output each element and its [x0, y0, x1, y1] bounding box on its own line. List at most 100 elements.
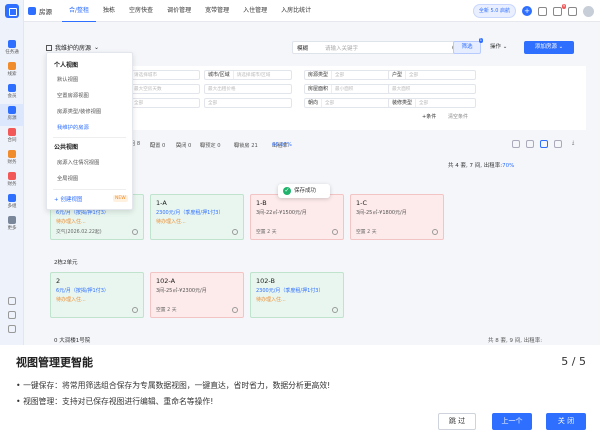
filter-field[interactable]: 最大面积	[388, 84, 476, 94]
close-button[interactable]: 关 闭	[546, 413, 586, 430]
sidebar-item-icon	[8, 150, 16, 158]
view-selector[interactable]: 我维护的房源 ⌄	[46, 43, 99, 52]
home-view-icon[interactable]	[526, 140, 534, 148]
room-card-extra: 空置 2 天	[256, 230, 277, 235]
nav-tab[interactable]: 合/整租	[62, 0, 97, 22]
nav-tab[interactable]: 独栋	[96, 0, 122, 22]
totals-text: 共 4 套, 7 间, 出租率:	[448, 163, 503, 169]
previous-button[interactable]: 上一个	[492, 413, 532, 430]
help-icon[interactable]	[0, 309, 24, 321]
create-view-button[interactable]: + 创建视图	[54, 195, 82, 203]
room-card-price: 3间-22㎡-¥1500元/月	[256, 210, 307, 216]
avatar[interactable]	[583, 5, 594, 17]
operation-label: 操作	[490, 44, 502, 50]
filter-field-placeholder: 全部	[208, 101, 218, 106]
room-status-icon[interactable]	[332, 229, 338, 235]
view-option[interactable]: 我维护的房源	[57, 123, 89, 131]
view-selector-label: 我维护的房源	[55, 45, 92, 52]
view-option[interactable]: 全局视图	[57, 174, 78, 182]
search-placeholder: 请输入关键字	[325, 46, 359, 52]
filter-field[interactable]: 请选择城市	[130, 70, 200, 80]
nav-tab[interactable]: 空房快查	[122, 0, 160, 22]
sidebar-item-icon	[8, 62, 16, 70]
search-input[interactable]: 模糊 请输入关键字	[292, 41, 462, 54]
filter-field-placeholder: 全部	[325, 101, 335, 106]
sidebar-item[interactable]: 财务	[0, 148, 24, 170]
ai-icon[interactable]	[568, 6, 577, 16]
filter-field-placeholder: 全部	[335, 73, 345, 78]
room-card[interactable]: 1-A 2300元/月（季度租/押1付3） 待办理入住...	[150, 194, 244, 240]
list-view-icon[interactable]	[512, 140, 520, 148]
room-status-icon[interactable]	[332, 307, 338, 313]
add-house-button[interactable]: 添加房源 ⌄	[524, 41, 574, 54]
room-status-icon[interactable]	[232, 307, 238, 313]
bottom-menu-icon[interactable]	[0, 323, 24, 335]
sidebar-item-icon	[8, 84, 16, 92]
sidebar-item[interactable]: 任务通	[0, 38, 24, 60]
room-card-price: 2300元/月（季度租/押1付3）	[156, 210, 224, 216]
settings-icon[interactable]	[0, 295, 24, 307]
bell-icon[interactable]: 9	[553, 3, 566, 16]
operation-button[interactable]: 操作 ⌄	[490, 41, 518, 54]
room-status-icon[interactable]	[132, 229, 138, 235]
nav-tab[interactable]: 入房比统计	[274, 0, 318, 22]
filter-field[interactable]: 城市/区域 请选择城市/区域	[204, 70, 292, 80]
toast-text: 保存成功	[294, 188, 317, 194]
room-card-name: 102-B	[256, 277, 275, 285]
sidebar-item[interactable]: 线索	[0, 60, 24, 82]
filter-button[interactable]: 筛选 1	[453, 38, 483, 54]
filter-field[interactable]: 房源类型 全部	[304, 70, 392, 80]
room-card-status: 待办理入住...	[56, 219, 86, 225]
card-view-icon[interactable]	[540, 140, 548, 148]
skip-button[interactable]: 跳 过	[438, 413, 476, 430]
room-card[interactable]: 102-B 2300元/月（季度租/押1付3） 待办理入住...	[250, 272, 344, 318]
nav-tab[interactable]: 调价管理	[160, 0, 198, 22]
sidebar-item[interactable]: 更多	[0, 214, 24, 236]
room-status-icon[interactable]	[432, 229, 438, 235]
sidebar-item[interactable]: 房源	[0, 104, 24, 126]
search-mode-select[interactable]: 模糊	[297, 44, 308, 52]
tip-bullet: • 一键保存：将常用筛选组合保存为专属数据视图，一键直达，省时省力，数据分析更高…	[16, 381, 331, 390]
filter-field[interactable]: 最大出租价格	[204, 84, 292, 94]
view-option[interactable]: 房源入住情况视图	[57, 158, 99, 166]
promo-badge[interactable]: 全新 5.0 启航	[472, 4, 516, 18]
sidebar-item[interactable]: 财务	[0, 170, 24, 192]
sidebar-item[interactable]: 会员	[0, 82, 24, 104]
sidebar-item[interactable]: 多组	[0, 192, 24, 214]
room-status-icon[interactable]	[232, 229, 238, 235]
filter-field[interactable]: 户型 全部	[388, 70, 476, 80]
view-dropdown: 个人视图 默认视图 空置房源视图 房源类型/装修视图 我维护的房源 公共视图 房源入住…	[46, 52, 133, 210]
sidebar-item-label: 线索	[7, 72, 17, 77]
room-card[interactable]: 2 6元/月（按揭/押1付3） 待办理入住...	[50, 272, 144, 318]
filter-field[interactable]: 全部	[204, 98, 292, 108]
room-card-name: 1-C	[356, 199, 368, 207]
room-status-icon[interactable]	[132, 307, 138, 313]
sidebar-item[interactable]: 合同	[0, 126, 24, 148]
filter-field[interactable]: 最大空房天数	[130, 84, 200, 94]
add-condition-button[interactable]: +条件	[422, 113, 436, 120]
nav-tab[interactable]: 入住管理	[236, 0, 274, 22]
clear-conditions-button[interactable]: 清空条件	[448, 113, 468, 120]
download-icon[interactable]: ⤓	[572, 140, 580, 148]
filter-field-label: 城市/区域	[205, 71, 234, 79]
view-option[interactable]: 默认视图	[57, 75, 78, 83]
room-card[interactable]: 1-C 3间-25㎡-¥1800元/月 空置 2 天	[350, 194, 444, 240]
brand: 房源	[28, 6, 52, 16]
nav-tab[interactable]: 宽带管理	[198, 0, 236, 22]
add-icon[interactable]: +	[522, 6, 532, 16]
unit-label: 2栋2单元	[54, 260, 78, 266]
filter-field[interactable]: 朝向 全部	[304, 98, 392, 108]
filter-field[interactable]: 房屋面积 最小面积	[304, 84, 392, 94]
room-card[interactable]: 1-B 3间-22㎡-¥1500元/月 空置 2 天	[250, 194, 344, 240]
room-card-price: 6元/月（按揭/押1付3）	[56, 288, 109, 294]
filter-field[interactable]: 全部	[130, 98, 200, 108]
room-card[interactable]: 102-A 3间-25㎡-¥2300元/月 空置 2 天	[150, 272, 244, 318]
view-option[interactable]: 房源类型/装修视图	[57, 107, 101, 115]
settings-icon-glyph	[8, 297, 16, 305]
filter-field[interactable]: 装修类型 全部	[388, 98, 476, 108]
grid-view-icon[interactable]	[554, 140, 562, 148]
view-option[interactable]: 空置房源视图	[57, 91, 89, 99]
new-badge: NEW	[113, 195, 128, 202]
phone-icon[interactable]	[538, 6, 547, 16]
house-icon	[28, 7, 36, 15]
